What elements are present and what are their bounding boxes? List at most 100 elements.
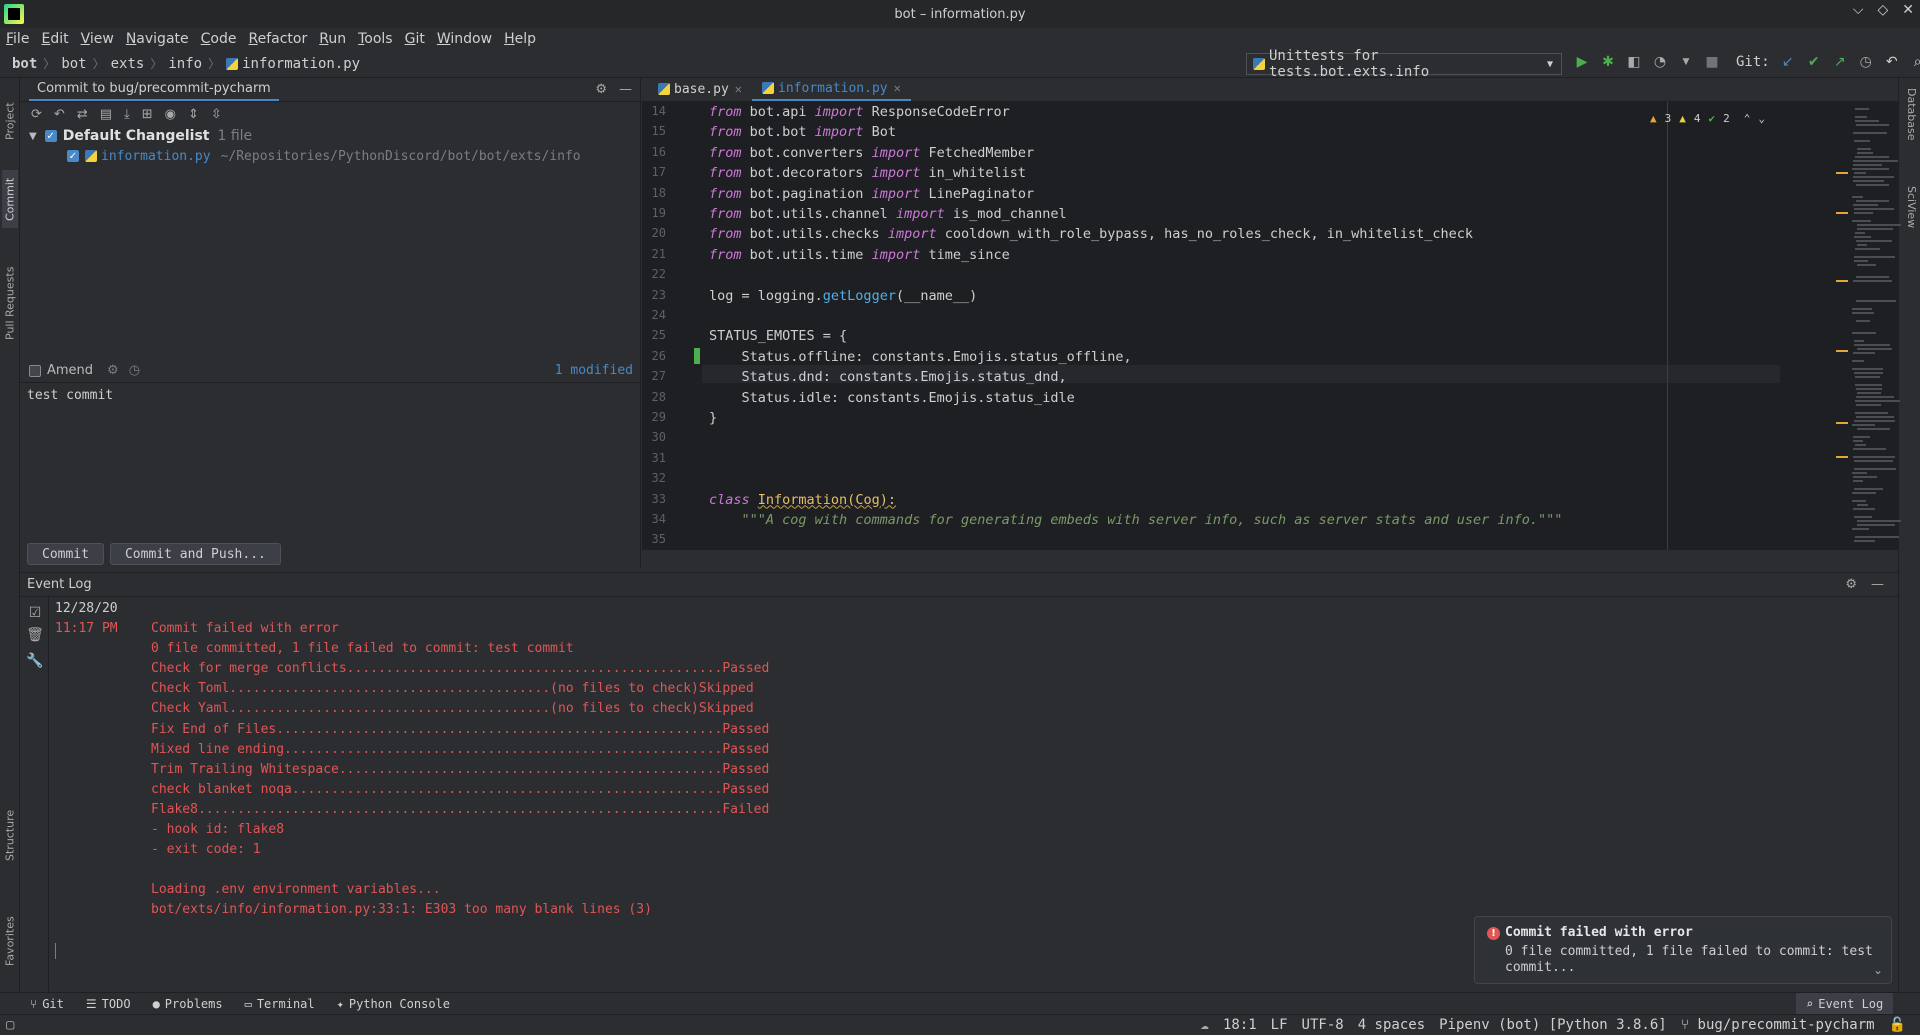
mark-read-icon[interactable]: ☑ — [27, 605, 43, 621]
tool-window-problems[interactable]: ● Problems — [153, 997, 223, 1011]
code-line[interactable]: from bot.decorators import in_whitelist — [709, 165, 1026, 181]
python-interpreter[interactable]: Pipenv (bot) [Python 3.8.6] — [1439, 1017, 1667, 1033]
commit-message-history-icon[interactable]: ◷ — [129, 363, 140, 378]
tool-tab-favorites[interactable]: Favorites — [2, 900, 18, 982]
changelist-checkbox[interactable]: ✓ — [44, 130, 57, 142]
trash-icon[interactable]: 🗑 — [26, 627, 44, 643]
code-line[interactable]: """A cog with commands for generating em… — [709, 512, 1563, 528]
tool-tab-project[interactable]: Project — [2, 86, 18, 156]
line-number[interactable]: 25 — [642, 328, 666, 342]
tool-tab-commit[interactable]: Commit — [2, 170, 18, 228]
settings-gear-icon[interactable]: ⚙ — [1845, 577, 1857, 592]
warning-stripe-marker[interactable] — [1836, 456, 1848, 458]
commit-message-input[interactable]: test commit — [27, 388, 113, 403]
coverage-icon[interactable]: ◧ — [1626, 54, 1642, 70]
tool-window-python-console[interactable]: ✦ Python Console — [337, 997, 450, 1011]
warning-stripe-marker[interactable] — [1836, 280, 1848, 282]
commit-and-push-button[interactable]: Commit and Push... — [109, 543, 281, 565]
line-number[interactable]: 35 — [642, 532, 666, 546]
line-number[interactable]: 20 — [642, 226, 666, 240]
menu-help[interactable]: Help — [504, 31, 536, 47]
breadcrumb-file[interactable]: information.py — [242, 56, 360, 72]
line-number[interactable]: 14 — [642, 104, 666, 118]
group-by-icon[interactable]: ⊞ — [142, 107, 153, 122]
settings-gear-icon[interactable]: ⚙ — [595, 82, 607, 97]
changed-file-row[interactable]: ✓ information.py ~/Repositories/PythonDi… — [21, 146, 640, 166]
tool-window-git[interactable]: ⑂ Git — [30, 997, 64, 1011]
warning-stripe-marker[interactable] — [1836, 422, 1848, 424]
line-number[interactable]: 32 — [642, 471, 666, 485]
line-separator[interactable]: LF — [1271, 1017, 1288, 1033]
line-number[interactable]: 24 — [642, 308, 666, 322]
caret-position[interactable]: 18:1 — [1223, 1017, 1257, 1033]
tool-tab-sciview[interactable]: SciView — [1902, 186, 1918, 256]
vcs-change-marker[interactable] — [694, 348, 700, 364]
code-line[interactable]: STATUS_EMOTES = { — [709, 328, 847, 344]
line-number[interactable]: 16 — [642, 145, 666, 159]
run-icon[interactable]: ▶ — [1574, 54, 1590, 70]
code-area[interactable]: from bot.api import ResponseCodeError fro… — [709, 102, 1709, 550]
breadcrumb-exts[interactable]: exts — [111, 56, 145, 72]
event-log-button[interactable]: ⌕ Event Log — [1796, 993, 1894, 1014]
breadcrumb-info[interactable]: info — [168, 56, 202, 72]
line-number[interactable]: 23 — [642, 288, 666, 302]
hide-panel-icon[interactable]: — — [619, 82, 632, 97]
warning-stripe-marker[interactable] — [1836, 172, 1848, 174]
amend-checkbox[interactable] — [29, 364, 41, 377]
search-everywhere-icon[interactable]: ⌕ — [1910, 54, 1920, 70]
wrench-icon[interactable]: 🔧 — [26, 653, 43, 669]
breadcrumb-project[interactable]: bot — [12, 56, 37, 72]
menu-code[interactable]: Code — [201, 31, 237, 47]
code-minimap[interactable] — [1780, 102, 1901, 550]
tool-window-todo[interactable]: ☰ TODO — [86, 997, 131, 1011]
line-number[interactable]: 34 — [642, 512, 666, 526]
close-tab-icon[interactable]: ✕ — [894, 81, 901, 95]
hide-panel-icon[interactable]: — — [1871, 577, 1884, 592]
menu-git[interactable]: Git — [405, 31, 425, 47]
line-number[interactable]: 28 — [642, 390, 666, 404]
previous-highlight-icon[interactable]: ⌃ — [1744, 112, 1751, 125]
stop-icon[interactable]: ■ — [1704, 54, 1720, 70]
menu-tools[interactable]: Tools — [358, 31, 393, 47]
changelist-row[interactable]: ▼ ✓ Default Changelist 1 file — [21, 126, 640, 146]
code-line[interactable]: from bot.utils.time import time_since — [709, 247, 1010, 263]
download-icon[interactable]: ⤓ — [124, 107, 130, 122]
debug-icon[interactable]: ✱ — [1600, 54, 1616, 70]
inspection-widget[interactable]: ▲ 3 ▲ 4 ✔ 2 ⌃ ⌄ — [1650, 112, 1765, 125]
line-number[interactable]: 27 — [642, 369, 666, 383]
line-number[interactable]: 15 — [642, 124, 666, 138]
menu-refactor[interactable]: Refactor — [248, 31, 307, 47]
menu-view[interactable]: View — [81, 31, 114, 47]
line-number[interactable]: 19 — [642, 206, 666, 220]
editor-tab-base-py[interactable]: base.py ✕ — [648, 77, 752, 101]
profile-icon[interactable]: ◔ — [1652, 54, 1668, 70]
history-icon[interactable]: ◷ — [1858, 54, 1874, 70]
line-number[interactable]: 17 — [642, 165, 666, 179]
line-number[interactable]: 31 — [642, 451, 666, 465]
menu-file[interactable]: File — [6, 31, 29, 47]
code-line[interactable]: Status.dnd: constants.Emojis.status_dnd, — [709, 369, 1067, 385]
editor-tab-information-py[interactable]: information.py ✕ — [752, 77, 911, 101]
chevron-down-icon[interactable]: ▼ — [29, 131, 37, 142]
code-line[interactable]: from bot.converters import FetchedMember — [709, 145, 1034, 161]
cloud-sync-icon[interactable]: ☁ — [1201, 1017, 1209, 1033]
menu-window[interactable]: Window — [437, 31, 492, 47]
menu-run[interactable]: Run — [319, 31, 346, 47]
show-diff-icon[interactable]: ⇄ — [77, 107, 88, 122]
changelist-icon[interactable]: ▤ — [100, 107, 112, 122]
indent-setting[interactable]: 4 spaces — [1358, 1017, 1425, 1033]
line-number[interactable]: 22 — [642, 267, 666, 281]
close-tab-icon[interactable]: ✕ — [735, 82, 742, 96]
tool-tab-database[interactable]: Database — [1902, 88, 1918, 168]
code-line[interactable]: from bot.api import ResponseCodeError — [709, 104, 1010, 120]
breadcrumb-bot[interactable]: bot — [61, 56, 86, 72]
toggle-tool-windows-icon[interactable]: ▢ — [6, 1017, 14, 1033]
code-line[interactable]: from bot.utils.checks import cooldown_wi… — [709, 226, 1473, 242]
refresh-icon[interactable]: ⟳ — [31, 107, 42, 122]
maximize-icon[interactable]: ◇ — [1877, 2, 1888, 18]
next-highlight-icon[interactable]: ⌄ — [1758, 112, 1765, 125]
tool-tab-pull-requests[interactable]: Pull Requests — [2, 250, 18, 356]
lock-icon[interactable]: 🔓 — [1889, 1017, 1906, 1033]
commit-button[interactable]: Commit — [27, 543, 104, 565]
menu-edit[interactable]: Edit — [41, 31, 68, 47]
